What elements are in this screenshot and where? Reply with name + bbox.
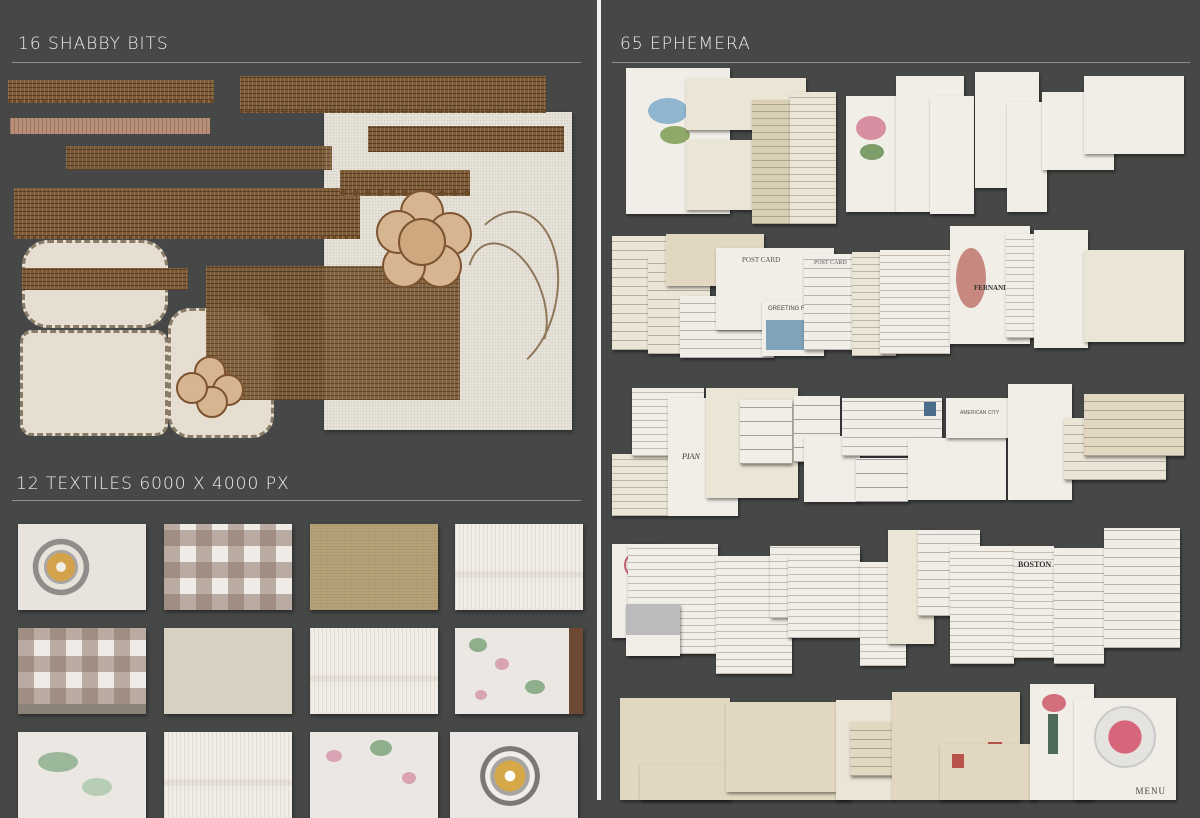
- document-sheet[interactable]: [1034, 230, 1088, 348]
- envelope-stamp-text: AMERICAN CITY: [960, 410, 1000, 416]
- textile-tile[interactable]: [164, 732, 292, 818]
- textile-tile[interactable]: [310, 524, 438, 610]
- document-sheet[interactable]: [790, 92, 836, 224]
- receipt[interactable]: [612, 454, 668, 516]
- textiles-heading: 12 TEXTILES 6000 X 4000 PX: [16, 474, 290, 494]
- postcard-header: GREETING FR: [768, 306, 810, 312]
- postcard-header: POST CARD: [814, 260, 847, 266]
- document-sheet[interactable]: [752, 100, 790, 224]
- blank-card[interactable]: [1084, 76, 1184, 154]
- burlap-strip: [10, 118, 210, 134]
- blank-card[interactable]: [930, 96, 974, 214]
- menu-label: MENU: [1135, 786, 1166, 796]
- handwritten-note[interactable]: [1084, 394, 1184, 456]
- textile-tile[interactable]: [450, 732, 578, 818]
- panel-divider: [597, 0, 601, 800]
- heading-rule: [12, 500, 581, 501]
- blank-card[interactable]: [1084, 250, 1184, 342]
- envelope[interactable]: [908, 438, 1006, 500]
- heading-rule: [12, 62, 581, 63]
- burlap-strip: [22, 268, 188, 290]
- textile-tile[interactable]: [310, 732, 438, 818]
- postmark-card[interactable]: [686, 140, 752, 210]
- letterhead[interactable]: [880, 250, 950, 354]
- invoice[interactable]: BOSTON: [1014, 546, 1054, 658]
- envelope[interactable]: AMERICAN CITY: [946, 398, 1008, 438]
- ad-title: PIAN: [682, 452, 700, 461]
- textile-tile[interactable]: [18, 732, 146, 818]
- textile-tile[interactable]: [18, 628, 146, 714]
- textile-tile[interactable]: [164, 524, 292, 610]
- postcard-header: POST CARD: [742, 256, 781, 264]
- blank-card[interactable]: [1008, 384, 1072, 500]
- burlap-strip: [66, 146, 332, 170]
- handwritten-letter[interactable]: [1054, 548, 1104, 664]
- blank-card[interactable]: [1007, 102, 1047, 212]
- shabby-bits-heading: 16 SHABBY BITS: [18, 34, 169, 54]
- textile-tile[interactable]: [164, 628, 292, 714]
- textile-tile[interactable]: [455, 628, 583, 714]
- burlap-strip: [14, 188, 360, 239]
- sheet-music[interactable]: [856, 458, 908, 502]
- menu-card[interactable]: MENU: [1074, 698, 1176, 800]
- invoice-header: BOSTON: [1018, 560, 1052, 569]
- handwritten-letter[interactable]: [1104, 528, 1180, 648]
- textile-tile[interactable]: [455, 524, 583, 610]
- invoice[interactable]: [788, 556, 860, 638]
- textile-tile[interactable]: [18, 524, 146, 610]
- ephemera-heading: 65 EPHEMERA: [620, 34, 751, 54]
- sheet-music[interactable]: [740, 400, 792, 464]
- envelope[interactable]: [940, 744, 1036, 800]
- envelope[interactable]: [726, 702, 836, 792]
- fabric-flower: [376, 190, 472, 288]
- label-shape: [20, 330, 168, 436]
- burlap-strip: [368, 126, 564, 152]
- heading-rule: [612, 62, 1190, 63]
- burlap-strip: [8, 80, 214, 103]
- floral-card[interactable]: [846, 96, 898, 212]
- textile-tile[interactable]: [310, 628, 438, 714]
- building-photo[interactable]: [626, 604, 680, 656]
- burlap-strip: [240, 76, 546, 113]
- receipt[interactable]: [950, 546, 1014, 664]
- fabric-flower: [176, 356, 244, 418]
